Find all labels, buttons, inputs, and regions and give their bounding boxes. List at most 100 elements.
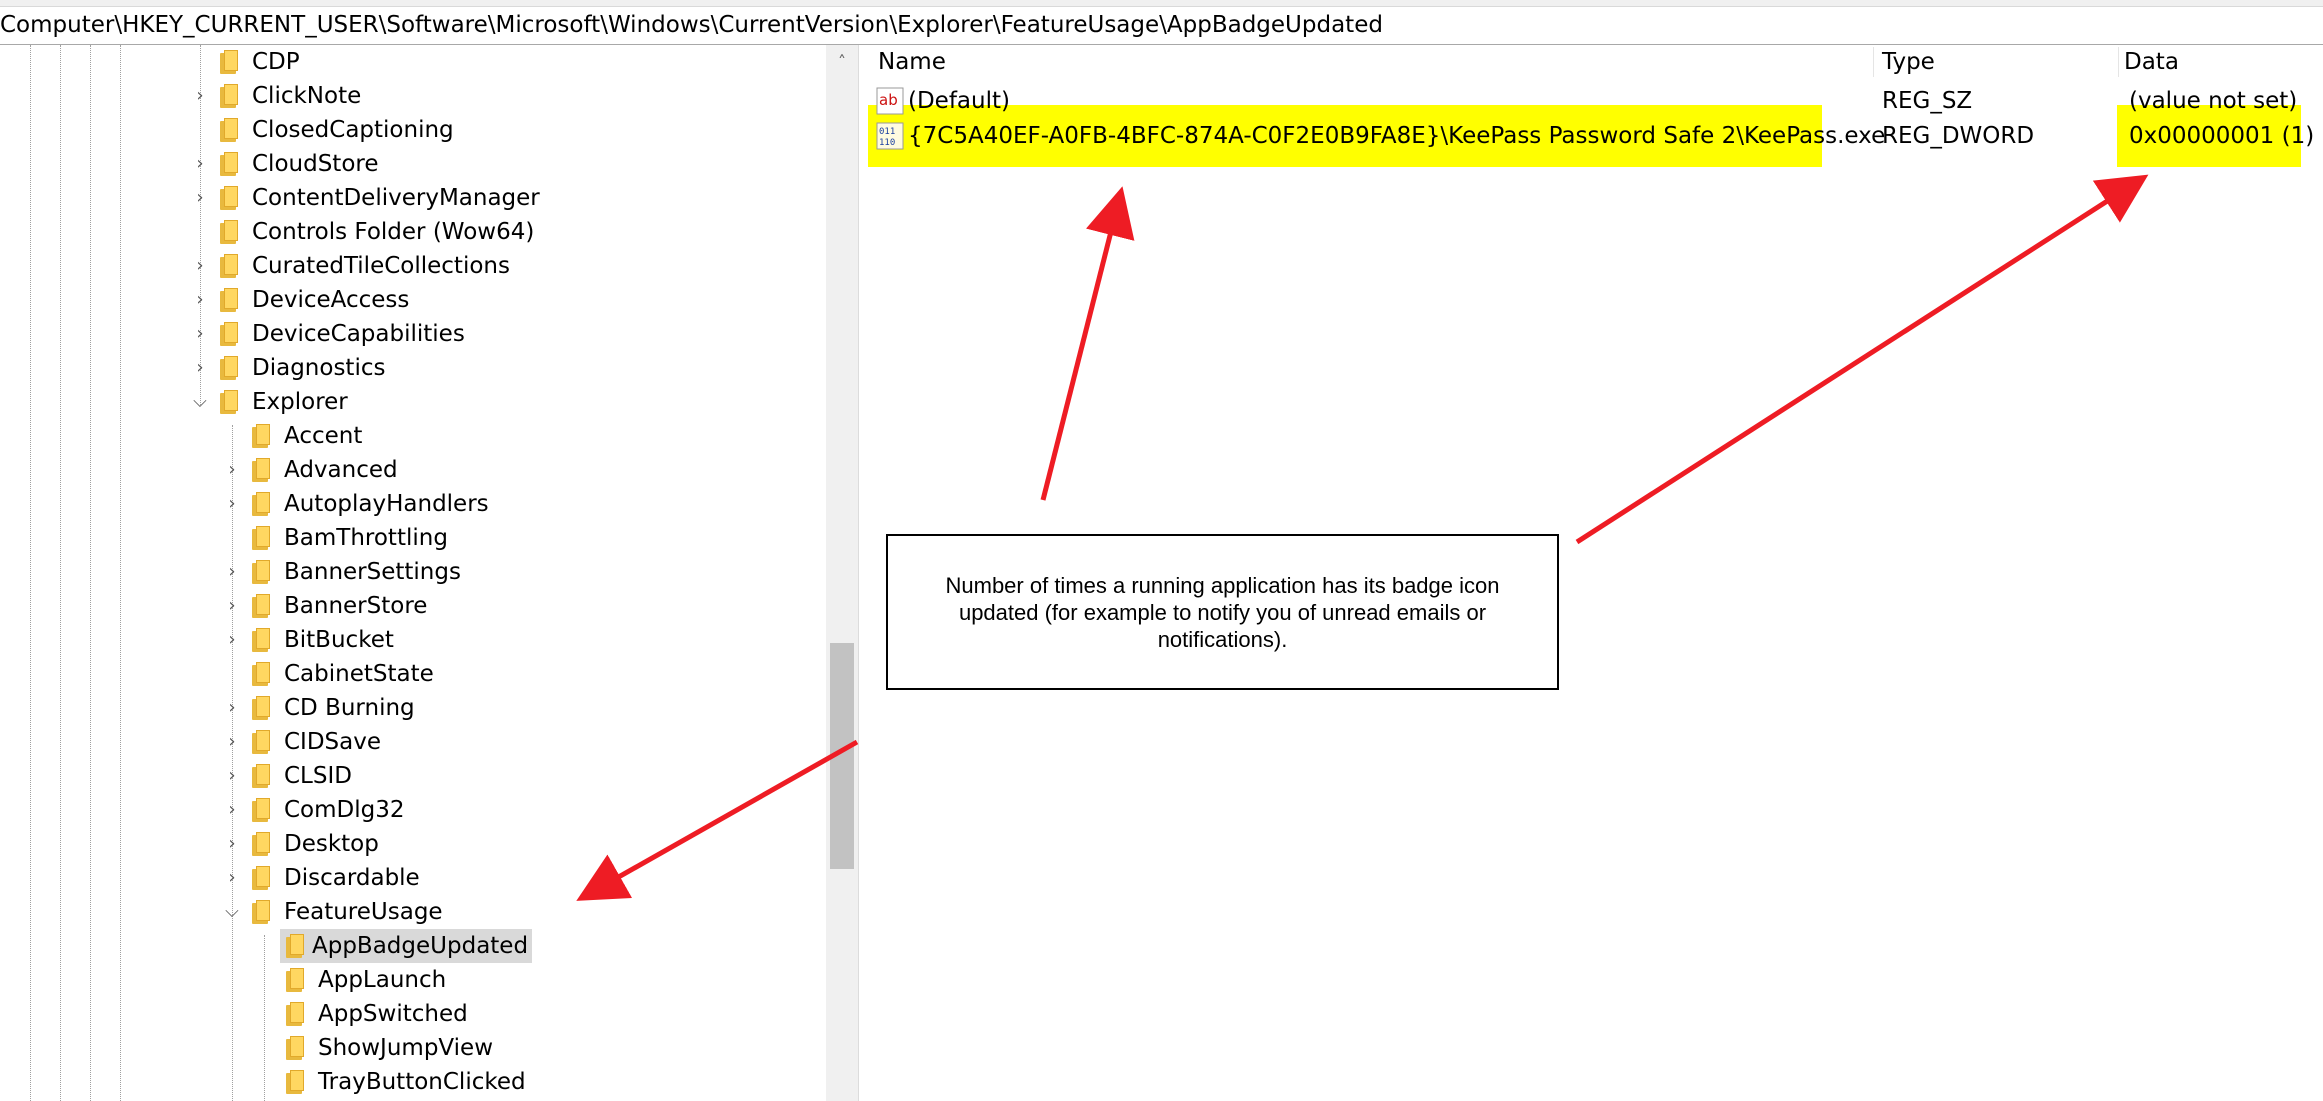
tree-node-explorer[interactable]: ⌵ Explorer	[190, 385, 590, 419]
tree-node-cloudstore[interactable]: › CloudStore	[190, 147, 590, 181]
tree-node-label: Controls Folder (Wow64)	[252, 219, 535, 245]
tree-guide	[264, 935, 265, 1101]
tree-node-contentdeliverymanager[interactable]: › ContentDeliveryManager	[190, 181, 590, 215]
expand-chevron-icon[interactable]: ›	[222, 589, 242, 623]
expand-chevron-icon[interactable]: ›	[222, 793, 242, 827]
expand-chevron-icon[interactable]: ›	[190, 351, 210, 385]
tree-node-appswitched[interactable]: AppSwitched	[286, 997, 472, 1031]
svg-text:110: 110	[879, 138, 895, 148]
column-header-data[interactable]: Data	[2124, 45, 2323, 79]
value-data: 0x00000001 (1)	[2129, 123, 2315, 149]
tree-node-bamthrottling[interactable]: BamThrottling	[252, 521, 452, 555]
folder-icon	[286, 1070, 304, 1094]
value-type: REG_DWORD	[1882, 123, 2035, 149]
tree-node-controls-folder[interactable]: Controls Folder (Wow64)	[220, 215, 538, 249]
tree-node-accent[interactable]: Accent	[252, 419, 366, 453]
expand-chevron-icon[interactable]: ›	[190, 147, 210, 181]
tree-node-advanced[interactable]: › Advanced	[222, 453, 622, 487]
folder-icon	[252, 764, 270, 788]
tree-node-label: AppLaunch	[318, 967, 447, 993]
top-edge-mark: ˅	[1372, 0, 1377, 8]
tree-node-bannerstore[interactable]: › BannerStore	[222, 589, 622, 623]
tree-node-autoplayhandlers[interactable]: › AutoplayHandlers	[222, 487, 622, 521]
tree-node-label: Explorer	[252, 389, 348, 415]
tree-node-label: Desktop	[284, 831, 379, 857]
tree-node-discardable[interactable]: › Discardable	[222, 861, 622, 895]
scrollbar-thumb[interactable]	[830, 643, 854, 869]
tree-node-cabinetstate[interactable]: CabinetState	[252, 657, 438, 691]
collapse-chevron-icon[interactable]: ⌵	[222, 895, 242, 929]
tree-node-showjumpview[interactable]: ShowJumpView	[286, 1031, 497, 1065]
expand-chevron-icon[interactable]: ›	[222, 827, 242, 861]
tree-node-cidsave[interactable]: › CIDSave	[222, 725, 622, 759]
folder-icon	[252, 730, 270, 754]
folder-icon	[220, 254, 238, 278]
tree-node-label: DeviceAccess	[252, 287, 410, 313]
tree-node-devicecapabilities[interactable]: › DeviceCapabilities	[190, 317, 590, 351]
folder-icon	[286, 1036, 304, 1060]
tree-node-label: ClickNote	[252, 83, 362, 109]
collapse-chevron-icon[interactable]: ⌵	[190, 385, 210, 419]
folder-icon	[252, 458, 270, 482]
expand-chevron-icon[interactable]: ›	[190, 181, 210, 215]
folder-icon	[252, 662, 270, 686]
column-divider[interactable]	[1873, 47, 1874, 77]
tree-node-label: AppBadgeUpdated	[280, 929, 533, 963]
expand-chevron-icon[interactable]: ›	[222, 861, 242, 895]
tree-guide	[60, 45, 61, 1101]
expand-chevron-icon[interactable]: ›	[190, 249, 210, 283]
tree-node-text: AppBadgeUpdated	[312, 933, 529, 959]
tree-node-comdlg32[interactable]: › ComDlg32	[222, 793, 622, 827]
tree-node-desktop[interactable]: › Desktop	[222, 827, 622, 861]
folder-icon	[220, 84, 238, 108]
tree-node-clsid[interactable]: › CLSID	[222, 759, 622, 793]
tree-node-label: BannerStore	[284, 593, 428, 619]
tree-node-closedcaptioning[interactable]: ClosedCaptioning	[220, 113, 458, 147]
value-name: {7C5A40EF-A0FB-4BFC-874A-C0F2E0B9FA8E}\K…	[908, 123, 1886, 149]
folder-icon	[252, 560, 270, 584]
tree-node-traybuttonclicked[interactable]: TrayButtonClicked	[286, 1065, 530, 1099]
tree-node-featureusage[interactable]: ⌵ FeatureUsage	[222, 895, 622, 929]
column-header-name[interactable]: Name	[878, 45, 1528, 79]
tree-node-label: ContentDeliveryManager	[252, 185, 540, 211]
tree-scrollbar[interactable]: ˄	[826, 45, 858, 1101]
expand-chevron-icon[interactable]: ›	[190, 79, 210, 113]
folder-icon	[252, 866, 270, 890]
window-top-edge: ˅	[0, 0, 2323, 8]
tree-node-bannersettings[interactable]: › BannerSettings	[222, 555, 622, 589]
tree-node-deviceaccess[interactable]: › DeviceAccess	[190, 283, 590, 317]
folder-icon	[220, 322, 238, 346]
tree-node-cdp[interactable]: CDP	[220, 45, 304, 79]
tree-node-appbadgeupdated[interactable]: AppBadgeUpdated	[280, 929, 533, 963]
expand-chevron-icon[interactable]: ›	[222, 691, 242, 725]
expand-chevron-icon[interactable]: ›	[222, 759, 242, 793]
expand-chevron-icon[interactable]: ›	[222, 487, 242, 521]
tree-node-bitbucket[interactable]: › BitBucket	[222, 623, 622, 657]
expand-chevron-icon[interactable]: ›	[190, 283, 210, 317]
column-divider[interactable]	[2118, 47, 2119, 77]
tree-node-cd-burning[interactable]: › CD Burning	[222, 691, 622, 725]
column-header-type[interactable]: Type	[1882, 45, 2102, 79]
tree-guide	[120, 45, 121, 1101]
expand-chevron-icon[interactable]: ›	[190, 317, 210, 351]
address-bar[interactable]: Computer\HKEY_CURRENT_USER\Software\Micr…	[0, 7, 2323, 45]
folder-icon	[252, 492, 270, 516]
value-row[interactable]: ab (Default) REG_SZ (value not set)	[876, 84, 2316, 118]
expand-chevron-icon[interactable]: ›	[222, 453, 242, 487]
folder-icon	[252, 594, 270, 618]
expand-chevron-icon[interactable]: ›	[222, 555, 242, 589]
tree-node-label: BamThrottling	[284, 525, 448, 551]
value-row[interactable]: 011 110 {7C5A40EF-A0FB-4BFC-874A-C0F2E0B…	[876, 119, 2316, 153]
tree-node-label: BitBucket	[284, 627, 394, 653]
scroll-up-icon[interactable]: ˄	[826, 45, 858, 79]
tree-guide	[90, 45, 91, 1101]
tree-node-clicknote[interactable]: › ClickNote	[190, 79, 590, 113]
folder-icon	[220, 356, 238, 380]
tree-node-curatedtilecollections[interactable]: › CuratedTileCollections	[190, 249, 590, 283]
expand-chevron-icon[interactable]: ›	[222, 623, 242, 657]
folder-icon	[252, 900, 270, 924]
tree-node-diagnostics[interactable]: › Diagnostics	[190, 351, 590, 385]
tree-node-label: CloudStore	[252, 151, 379, 177]
tree-node-applaunch[interactable]: AppLaunch	[286, 963, 450, 997]
expand-chevron-icon[interactable]: ›	[222, 725, 242, 759]
